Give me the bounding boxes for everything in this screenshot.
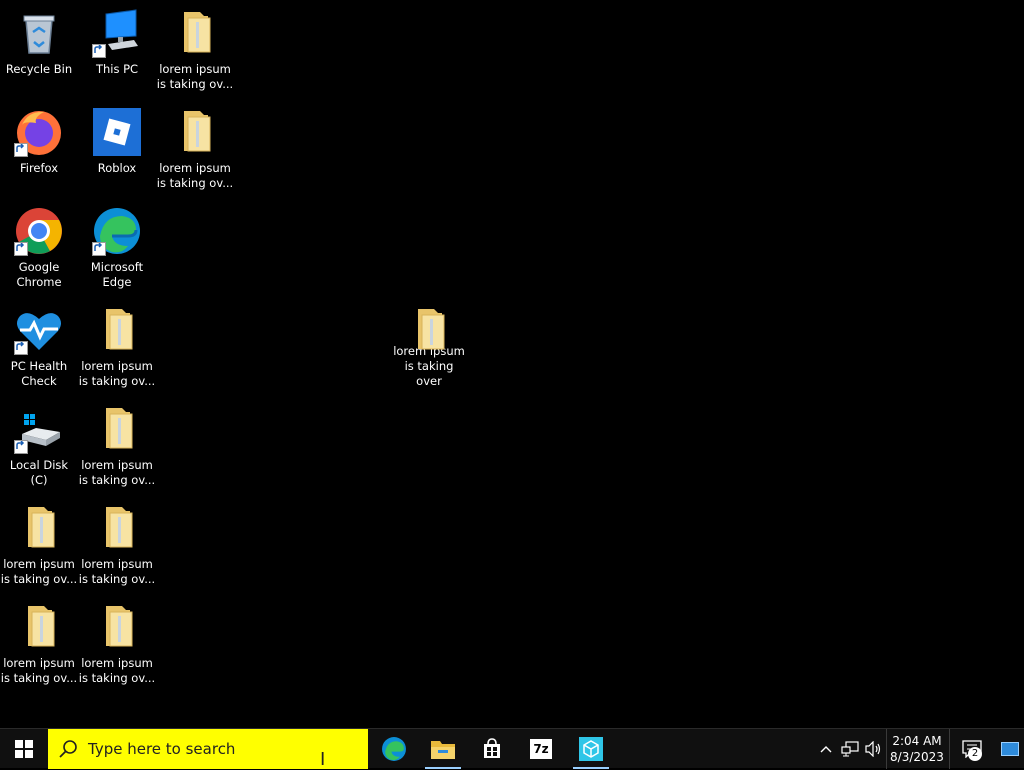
cube-app-icon <box>579 737 603 761</box>
desktop-icon-label: lorem ipsum is taking ov... <box>156 62 234 91</box>
volume-button[interactable] <box>862 729 886 769</box>
desktop-icon-google-chrome[interactable]: Google Chrome <box>0 198 78 290</box>
network-icon <box>841 741 859 757</box>
desktop-icon-label: This PC <box>95 62 139 76</box>
folder-icon <box>170 8 220 58</box>
folder-icon <box>170 107 220 157</box>
start-button[interactable] <box>0 729 48 769</box>
shortcut-arrow-icon <box>92 242 106 256</box>
desktop-icon-label: lorem ipsum is taking ov... <box>78 458 156 487</box>
desktop-icon-folder[interactable]: lorem ipsum is taking ov... <box>156 0 234 92</box>
desktop-icon-folder[interactable]: lorem ipsum is taking ov... <box>78 297 156 389</box>
folder-icon <box>92 503 142 553</box>
desktop-icon-local-disk[interactable]: Local Disk (C) <box>0 396 78 488</box>
text-cursor-icon: I <box>320 749 326 770</box>
roblox-icon <box>92 107 142 157</box>
folder-icon <box>14 602 64 652</box>
file-explorer-icon <box>431 741 455 759</box>
store-icon <box>484 738 500 758</box>
desktop-icon-label: PC Health Check <box>10 359 68 388</box>
edge-icon <box>382 737 406 761</box>
local-disk-icon <box>14 404 64 454</box>
edge-icon <box>92 206 142 256</box>
recycle-bin-icon <box>14 8 64 58</box>
desktop-icon-folder[interactable]: lorem ipsum is taking ov... <box>0 495 78 587</box>
folder-icon <box>14 503 64 553</box>
desktop-icon-label: Roblox <box>97 161 137 175</box>
desktop-icon-label: lorem ipsum is taking ov... <box>0 656 78 685</box>
desktop-icon-firefox[interactable]: Firefox <box>0 99 78 191</box>
desktop-icon-microsoft-edge[interactable]: Microsoft Edge <box>78 198 156 290</box>
desktop-icon-folder[interactable]: lorem ipsum is taking ov... <box>78 495 156 587</box>
desktop-icon-label: lorem ipsum is taking ov... <box>78 359 156 388</box>
folder-icon <box>92 305 142 355</box>
desktop-icon-folder[interactable]: lorem ipsum is taking ov... <box>78 396 156 488</box>
notification-count-badge: 2 <box>968 747 982 761</box>
desktop-icon-pc-health-check[interactable]: PC Health Check <box>0 297 78 389</box>
desktop-icon-label: Recycle Bin <box>5 62 73 76</box>
clock-date: 8/3/2023 <box>890 750 944 764</box>
taskbar-app-7zip[interactable]: 7z <box>517 729 565 769</box>
show-desktop-icon <box>1001 742 1019 756</box>
folder-icon <box>92 404 142 454</box>
firefox-icon <box>14 107 64 157</box>
show-hidden-icons-button[interactable] <box>814 729 838 769</box>
desktop-icon-label: lorem ipsum is taking ov... <box>0 557 78 586</box>
search-placeholder: Type here to search <box>88 740 236 758</box>
volume-icon <box>865 741 881 757</box>
shortcut-arrow-icon <box>14 242 28 256</box>
taskbar-app-file-explorer[interactable] <box>419 729 467 769</box>
shortcut-arrow-icon <box>14 143 28 157</box>
show-desktop-button[interactable] <box>996 729 1024 769</box>
clock-time: 2:04 AM <box>892 734 942 748</box>
taskbar-app-store[interactable] <box>468 729 516 769</box>
desktop-icon-label: lorem ipsum is taking ov... <box>156 161 234 190</box>
folder-icon <box>404 305 454 350</box>
taskbar: Type here to search I 7z 2:04 AM 8/3/202… <box>0 728 1024 770</box>
desktop-icon-folder[interactable]: lorem ipsum is taking ov... <box>156 99 234 191</box>
clock[interactable]: 2:04 AM 8/3/2023 <box>887 729 947 769</box>
shortcut-arrow-icon <box>14 341 28 355</box>
shortcut-arrow-icon <box>92 44 106 58</box>
desktop-icon-folder[interactable]: lorem ipsum is taking over <box>390 297 468 389</box>
pc-health-check-icon <box>14 305 64 355</box>
chrome-icon <box>14 206 64 256</box>
desktop-icon-folder[interactable]: lorem ipsum is taking ov... <box>78 594 156 686</box>
chevron-up-icon <box>820 746 832 753</box>
taskbar-app-edge[interactable] <box>370 729 418 769</box>
this-pc-icon <box>92 8 142 58</box>
desktop-icon-label: lorem ipsum is taking ov... <box>78 557 156 586</box>
windows-logo-icon <box>15 740 33 758</box>
shortcut-arrow-icon <box>14 440 28 454</box>
desktop-icon-label: Local Disk (C) <box>9 458 69 487</box>
desktop-icon-this-pc[interactable]: This PC <box>78 0 156 92</box>
network-button[interactable] <box>838 729 862 769</box>
taskbar-app-cube[interactable] <box>567 729 615 769</box>
desktop: Recycle Bin Firefox Google Chrome PC Hea… <box>0 0 1024 728</box>
desktop-icon-roblox[interactable]: Roblox <box>78 99 156 191</box>
desktop-icon-label: Firefox <box>19 161 59 175</box>
desktop-icon-recycle-bin[interactable]: Recycle Bin <box>0 0 78 92</box>
7zip-icon: 7z <box>530 739 552 759</box>
desktop-icon-label: Google Chrome <box>16 260 62 289</box>
search-box[interactable]: Type here to search I <box>48 729 368 770</box>
folder-icon <box>92 602 142 652</box>
desktop-icon-label: Microsoft Edge <box>90 260 144 289</box>
desktop-icon-folder[interactable]: lorem ipsum is taking ov... <box>0 594 78 686</box>
search-icon <box>59 740 77 758</box>
desktop-icon-label: lorem ipsum is taking ov... <box>78 656 156 685</box>
